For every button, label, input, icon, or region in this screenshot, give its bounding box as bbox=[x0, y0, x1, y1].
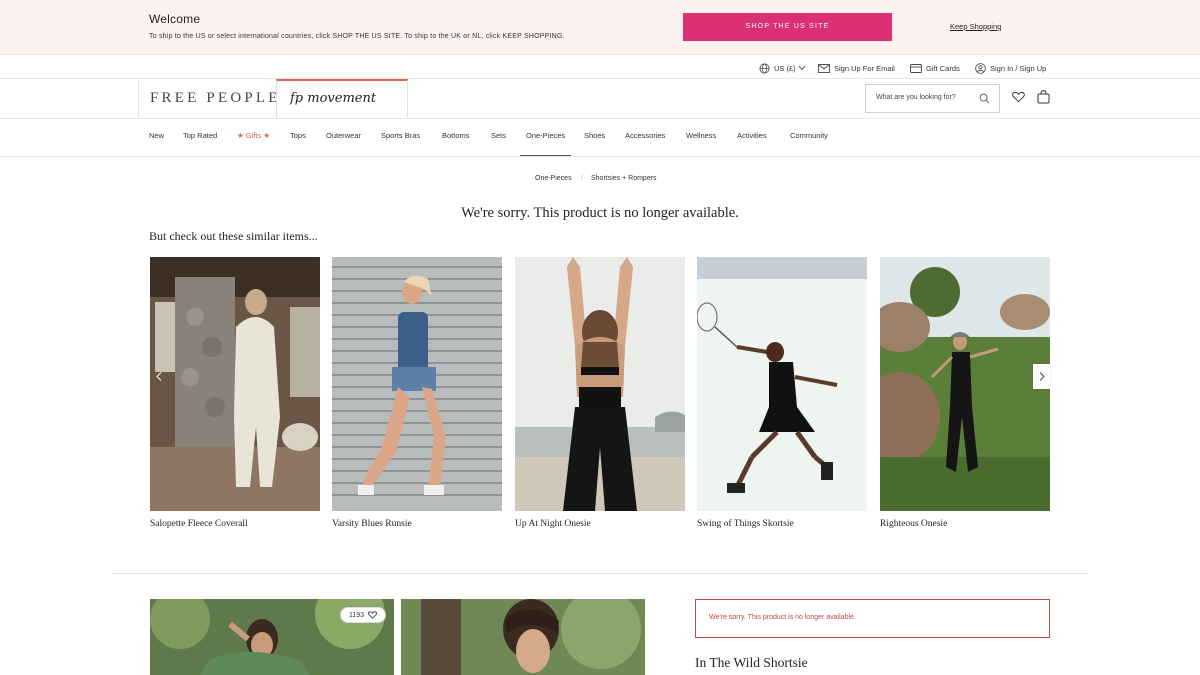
chevron-left-icon bbox=[155, 372, 161, 381]
breadcrumb-separator: / bbox=[581, 175, 583, 182]
envelope-icon bbox=[818, 63, 830, 73]
nav-item-sports-bras[interactable]: Sports Bras bbox=[381, 119, 420, 156]
nav-item-new[interactable]: New bbox=[149, 119, 164, 156]
gift-cards-label: Gift Cards bbox=[926, 63, 960, 73]
carousel-next-button[interactable] bbox=[1033, 364, 1050, 389]
product-card[interactable]: Varsity Blues Runsie bbox=[332, 257, 502, 529]
product-name[interactable]: Swing of Things Skortsie bbox=[697, 519, 867, 529]
nav-item-top-rated[interactable]: Top Rated bbox=[183, 119, 217, 156]
wishlist-heart-icon[interactable] bbox=[1012, 91, 1025, 103]
product-card[interactable]: Salopette Fleece Coverall bbox=[150, 257, 320, 529]
breadcrumb-shortsies-rompers[interactable]: Shortsies + Rompers bbox=[591, 175, 657, 182]
search-icon[interactable] bbox=[979, 93, 990, 104]
email-signup-link[interactable]: Sign Up For Email bbox=[818, 61, 895, 75]
product-image[interactable] bbox=[515, 257, 685, 511]
keep-shopping-link[interactable]: Keep Shopping bbox=[950, 22, 1001, 31]
user-icon bbox=[975, 62, 986, 74]
product-name[interactable]: Up At Night Onesie bbox=[515, 519, 685, 529]
email-signup-label: Sign Up For Email bbox=[834, 63, 895, 73]
utility-bar: US (£) Sign Up For Email Gift Cards Sign… bbox=[0, 55, 1200, 79]
product-name[interactable]: Salopette Fleece Coverall bbox=[150, 519, 320, 529]
nav-item-community[interactable]: Community bbox=[790, 119, 828, 156]
error-message: We're sorry. This product is no longer a… bbox=[709, 614, 856, 621]
product-card[interactable]: Swing of Things Skortsie bbox=[697, 257, 867, 529]
sign-in-label: Sign In / Sign Up bbox=[990, 63, 1047, 73]
heart-icon bbox=[368, 611, 377, 619]
error-message-box: We're sorry. This product is no longer a… bbox=[695, 599, 1050, 638]
product-image[interactable] bbox=[697, 257, 867, 511]
product-name[interactable]: Varsity Blues Runsie bbox=[332, 519, 502, 529]
breadcrumb-one-pieces[interactable]: One-Pieces bbox=[535, 175, 572, 182]
product-card[interactable]: Up At Night Onesie bbox=[515, 257, 685, 529]
nav-item-shoes[interactable]: Shoes bbox=[584, 119, 605, 156]
main-navigation: New Top Rated ★ Gifts ★ Tops Outerwear S… bbox=[0, 119, 1200, 157]
nav-item-gifts[interactable]: ★ Gifts ★ bbox=[237, 119, 270, 156]
nav-item-sets[interactable]: Sets bbox=[491, 119, 506, 156]
nav-item-outerwear[interactable]: Outerwear bbox=[326, 119, 361, 156]
gift-card-icon bbox=[910, 63, 922, 73]
product-card[interactable]: Righteous Onesie bbox=[880, 257, 1050, 529]
chevron-right-icon bbox=[1039, 372, 1045, 381]
search-placeholder: What are you looking for? bbox=[876, 94, 956, 101]
similar-items-heading: But check out these similar items... bbox=[149, 229, 318, 243]
welcome-title: Welcome bbox=[149, 12, 201, 26]
shop-us-site-button[interactable]: SHOP THE US SITE bbox=[683, 13, 892, 41]
nav-item-tops[interactable]: Tops bbox=[290, 119, 306, 156]
product-gallery-image[interactable] bbox=[401, 599, 645, 675]
product-image[interactable] bbox=[880, 257, 1050, 511]
product-image[interactable] bbox=[332, 257, 502, 511]
search-input[interactable]: What are you looking for? bbox=[865, 84, 1000, 113]
chevron-down-icon bbox=[798, 65, 806, 71]
page-title: We're sorry. This product is no longer a… bbox=[461, 205, 739, 221]
nav-item-bottoms[interactable]: Bottoms bbox=[442, 119, 470, 156]
likes-count: 1193 bbox=[348, 611, 365, 619]
carousel-prev-button[interactable] bbox=[150, 364, 167, 389]
nav-item-wellness[interactable]: Wellness bbox=[686, 119, 716, 156]
fp-movement-logo[interactable]: fp movement bbox=[276, 79, 408, 118]
sign-in-link[interactable]: Sign In / Sign Up bbox=[975, 61, 1046, 75]
welcome-banner: Welcome To ship to the US or select inte… bbox=[0, 0, 1200, 55]
likes-badge[interactable]: 1193 bbox=[340, 607, 386, 623]
free-people-logo[interactable]: FREE PEOPLE bbox=[138, 79, 277, 118]
currency-selector[interactable]: US (£) bbox=[759, 61, 810, 75]
shopping-bag-icon[interactable] bbox=[1037, 90, 1050, 104]
product-title: In The Wild Shortsie bbox=[695, 655, 808, 670]
gift-cards-link[interactable]: Gift Cards bbox=[910, 61, 960, 75]
nav-item-activities[interactable]: Activities bbox=[737, 119, 767, 156]
section-divider bbox=[112, 573, 1088, 574]
product-name[interactable]: Righteous Onesie bbox=[880, 519, 1050, 529]
product-image[interactable] bbox=[150, 257, 320, 511]
globe-icon bbox=[759, 63, 770, 73]
nav-item-accessories[interactable]: Accessories bbox=[625, 119, 665, 156]
welcome-text: To ship to the US or select internationa… bbox=[149, 33, 565, 40]
nav-item-one-pieces[interactable]: One-Pieces bbox=[520, 119, 572, 156]
currency-label: US (£) bbox=[774, 63, 796, 73]
